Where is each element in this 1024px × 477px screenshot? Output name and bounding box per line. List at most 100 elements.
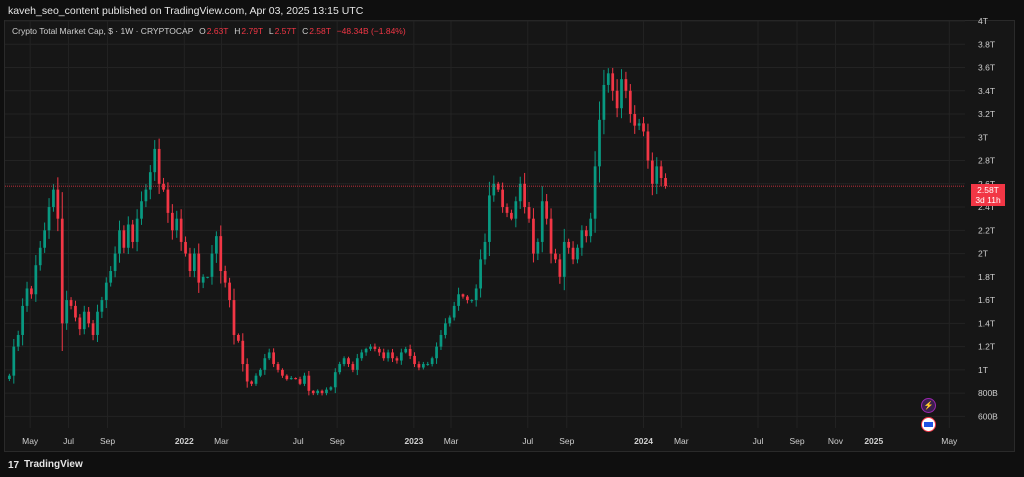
candlestick-chart[interactable]: 4T3.8T3.6T3.4T3.2T3T2.8T2.6T2.4T2.2T2T1.… [0,0,1024,477]
candle-body [38,247,42,266]
candle-body [259,369,262,376]
candle-body [307,375,311,391]
candle-body [294,377,298,380]
candle-body [584,230,588,237]
candle-body [272,352,275,365]
candle-body [391,352,394,359]
x-tick-label: 2025 [864,436,883,446]
candle-body [197,253,201,283]
candle-body [501,189,504,208]
candle-body [144,189,148,202]
candle-body [615,90,619,109]
candle-body [549,218,553,254]
candle-body [408,348,412,356]
candle-body [289,377,293,380]
lightning-icon[interactable]: ⚡ [921,398,936,413]
candle-body [210,253,214,277]
candle-body [399,352,403,361]
candle-body [576,247,579,260]
candle-body [364,348,368,353]
candle-body [188,253,192,272]
candle-body [351,364,355,370]
candle-body [43,230,46,248]
candle-body [430,358,434,365]
candle-body [646,131,650,161]
legend-close-label: C [302,26,309,36]
candle-body [52,189,55,208]
x-tick-label: Sep [100,436,115,446]
candle-body [201,276,205,283]
candle-body [30,288,33,295]
candle-body [170,212,174,231]
candle-body [598,119,601,167]
candle-body [377,348,381,353]
candle-body [245,364,249,382]
candle-body [457,294,460,306]
candle-body [25,288,29,306]
tradingview-logo-icon: 17 [8,460,20,471]
candle-body [593,166,597,219]
candle-body [580,230,584,248]
candle-body [276,364,280,370]
candle-body [567,241,571,248]
candle-body [21,305,24,335]
candle-body [655,166,659,184]
candle-body [602,84,606,120]
candle-body [267,352,271,359]
y-tick-label: 3T [978,132,988,142]
legend-low-label: L [268,26,274,36]
candle-body [100,300,104,312]
x-tick-label: Mar [444,436,459,446]
candle-body [263,358,267,370]
candle-body [166,189,170,213]
candle-body [118,230,121,254]
x-tick-label: Mar [214,436,229,446]
candle-body [650,160,654,184]
candle-body [342,358,346,365]
y-tick-label: 3.6T [978,63,995,73]
candle-body [413,355,416,365]
candle-body [404,348,408,353]
x-tick-label: Jul [293,436,304,446]
candle-body [355,358,359,370]
candle-body [474,288,478,301]
candle-body [505,207,509,213]
flag-icon[interactable] [921,417,936,432]
x-tick-label: Sep [789,436,804,446]
candle-body [232,300,236,335]
x-tick-label: 2024 [634,436,653,446]
bar-countdown: 3d 11h [975,195,1001,205]
candle-body [104,282,108,301]
y-tick-label: 2T [978,249,988,259]
candle-body [241,340,245,365]
candle-body [281,369,284,376]
candle-body [78,317,82,330]
candle-body [571,247,575,260]
candle-body [34,265,38,295]
legend-open-label: O [199,26,206,36]
legend-high-label: H [234,26,241,36]
current-price-tag: 2.58T 3d 11h [971,184,1005,206]
candle-body [470,300,474,302]
candle-body [140,201,143,219]
candle-body [452,305,456,318]
candle-body [637,123,641,126]
legend-high-value: 2.79T [241,26,264,36]
flag-icon-inner [924,422,933,427]
x-tick-label: May [941,436,958,446]
x-tick-label: 2022 [175,436,194,446]
y-tick-label: 1T [978,365,988,375]
y-tick-label: 3.2T [978,109,995,119]
legend-low-value: 2.57T [274,26,297,36]
candle-body [492,183,496,196]
x-tick-label: Jul [753,436,764,446]
candle-body [12,346,16,376]
candle-body [448,317,452,324]
candle-body [373,346,377,349]
candle-body [82,311,86,330]
y-tick-label: 1.8T [978,272,995,282]
x-tick-label: Nov [828,436,844,446]
candle-body [382,352,386,359]
candle-body [113,253,117,272]
candle-body [439,334,443,347]
